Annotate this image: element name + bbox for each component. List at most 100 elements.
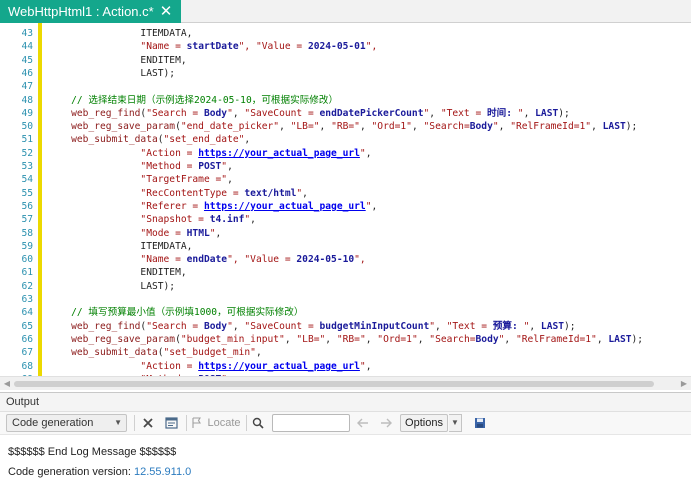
code-text: "Action = https://your_actual_page_url",: [140, 147, 372, 159]
line-number: 49: [21, 107, 33, 119]
line-number: 66: [21, 333, 33, 345]
clear-button[interactable]: [140, 414, 156, 432]
line-number: 61: [21, 267, 33, 279]
code-text: "Snapshot = t4.inf",: [140, 214, 256, 226]
locate-label: Locate: [207, 417, 241, 429]
options-dropdown-icon[interactable]: ▼: [449, 414, 462, 432]
code-line[interactable]: 62 LAST);: [0, 281, 691, 293]
code-line[interactable]: 43 ITEMDATA,: [0, 28, 691, 40]
code-line[interactable]: 66 web_reg_save_param("budget_min_input"…: [0, 334, 691, 346]
code-text: ENDITEM,: [48, 54, 187, 66]
code-text: web_reg_find("Search = Body", "SaveCount…: [71, 107, 570, 119]
line-number: 50: [21, 121, 33, 133]
toolbar-separator: [186, 415, 187, 431]
line-number: 44: [21, 41, 33, 53]
search-icon: [252, 417, 264, 429]
code-line[interactable]: 53 "Method = POST",: [0, 161, 691, 173]
code-text: "Referer = https://your_actual_page_url"…: [140, 200, 378, 212]
arrow-left-icon: [357, 418, 368, 428]
output-panel-header: Output: [0, 392, 691, 412]
code-line[interactable]: 67 web_submit_data("set_budget_min",: [0, 347, 691, 359]
code-editor[interactable]: 43 ITEMDATA, 44 "Name = startDate", "Valu…: [0, 23, 691, 376]
scroll-right-icon[interactable]: ▶: [679, 379, 689, 389]
line-number: 52: [21, 147, 33, 159]
code-line[interactable]: 59 ITEMDATA,: [0, 241, 691, 253]
tab-action-c[interactable]: WebHttpHtml1 : Action.c* ✕: [0, 0, 181, 23]
clear-icon: [143, 418, 153, 428]
code-text: web_submit_data("set_budget_min",: [71, 347, 262, 359]
arrow-right-icon: [381, 418, 392, 428]
code-text: "RecContentType = text/html",: [140, 187, 308, 199]
save-icon: [475, 418, 485, 428]
copy-button[interactable]: [162, 414, 180, 432]
scroll-left-icon[interactable]: ◀: [2, 379, 12, 389]
code-text: // 填写预算最小值（示例填1000，可根据实际修改）: [71, 307, 304, 319]
code-text: "Action = https://your_actual_page_url",: [140, 360, 372, 372]
line-number: 56: [21, 200, 33, 212]
line-number: 58: [21, 227, 33, 239]
find-button[interactable]: [250, 414, 266, 432]
line-number: 48: [21, 94, 33, 106]
code-text: "TargetFrame =",: [140, 174, 233, 186]
code-line[interactable]: 48 // 选择结束日期（示例选择2024-05-10，可根据实际修改）: [0, 95, 691, 107]
line-number: 53: [21, 161, 33, 172]
code-text: // 选择结束日期（示例选择2024-05-10，可根据实际修改）: [71, 94, 339, 106]
code-text: web_reg_find("Search = Body", "SaveCount…: [71, 320, 576, 332]
log-line-version: Code generation version: 12.55.911.0: [8, 466, 191, 478]
output-title: Output: [6, 396, 40, 408]
code-line[interactable]: 47: [0, 81, 691, 93]
editor-tabstrip: WebHttpHtml1 : Action.c* ✕: [0, 0, 691, 23]
find-next-button[interactable]: [379, 414, 393, 432]
line-number: 57: [21, 214, 33, 226]
output-source-dropdown[interactable]: Code generation ▼: [6, 414, 127, 432]
close-icon[interactable]: ✕: [157, 2, 175, 20]
toolbar-separator: [246, 415, 247, 431]
code-line[interactable]: 65 web_reg_find("Search = Body", "SaveCo…: [0, 321, 691, 333]
line-number: 54: [21, 174, 33, 186]
code-text: "Mode = HTML",: [140, 227, 222, 239]
code-text: LAST);: [48, 67, 176, 79]
code-line[interactable]: 51 web_submit_data("set_end_date",: [0, 134, 691, 146]
code-line[interactable]: 56 "Referer = https://your_actual_page_u…: [0, 201, 691, 213]
code-text: web_reg_save_param("budget_min_input", "…: [71, 333, 644, 345]
locate-button[interactable]: Locate: [191, 414, 241, 432]
code-line[interactable]: 58 "Mode = HTML",: [0, 228, 691, 240]
code-line[interactable]: 44 "Name = startDate", "Value = 2024-05-…: [0, 41, 691, 53]
log-line-end-message: $$$$$$ End Log Message $$$$$$: [8, 446, 177, 458]
flag-icon: [192, 417, 202, 428]
line-number: 64: [21, 307, 33, 319]
code-line[interactable]: 45 ENDITEM,: [0, 55, 691, 67]
horizontal-scrollbar[interactable]: ◀ ▶: [0, 376, 691, 390]
find-previous-button[interactable]: [356, 414, 370, 432]
options-button[interactable]: Options: [400, 414, 448, 432]
code-line[interactable]: 63: [0, 294, 691, 306]
window-icon: [164, 417, 178, 429]
code-line[interactable]: 46 LAST);: [0, 68, 691, 80]
save-button[interactable]: [472, 414, 488, 432]
code-line[interactable]: 52 "Action = https://your_actual_page_ur…: [0, 148, 691, 160]
code-line[interactable]: 64 // 填写预算最小值（示例填1000，可根据实际修改）: [0, 307, 691, 319]
code-text: "Name = endDate", "Value = 2024-05-10",: [140, 254, 366, 266]
code-text: ITEMDATA,: [48, 240, 193, 252]
line-number: 43: [21, 28, 33, 39]
line-number: 62: [21, 280, 33, 292]
line-number: 68: [21, 360, 33, 372]
scrollbar-thumb[interactable]: [14, 381, 654, 387]
code-line[interactable]: 49 web_reg_find("Search = Body", "SaveCo…: [0, 108, 691, 120]
version-value: 12.55.911.0: [133, 466, 192, 478]
code-text: ENDITEM,: [48, 267, 187, 279]
code-line[interactable]: 61 ENDITEM,: [0, 267, 691, 279]
code-line[interactable]: 50 web_reg_save_param("end_date_picker",…: [0, 121, 691, 133]
line-number: 67: [21, 347, 33, 359]
code-line[interactable]: 57 "Snapshot = t4.inf",: [0, 214, 691, 226]
line-number: 46: [21, 67, 33, 79]
toolbar-separator: [134, 415, 135, 431]
code-line[interactable]: 55 "RecContentType = text/html",: [0, 188, 691, 200]
code-line[interactable]: 54 "TargetFrame =",: [0, 174, 691, 186]
line-number: 55: [21, 187, 33, 199]
search-input[interactable]: [272, 414, 350, 432]
code-line[interactable]: 60 "Name = endDate", "Value = 2024-05-10…: [0, 254, 691, 266]
code-line[interactable]: 68 "Action = https://your_actual_page_ur…: [0, 361, 691, 373]
output-log[interactable]: $$$$$$ End Log Message $$$$$$ Code gener…: [0, 434, 691, 481]
code-text: web_reg_save_param("end_date_picker", "L…: [71, 121, 638, 133]
